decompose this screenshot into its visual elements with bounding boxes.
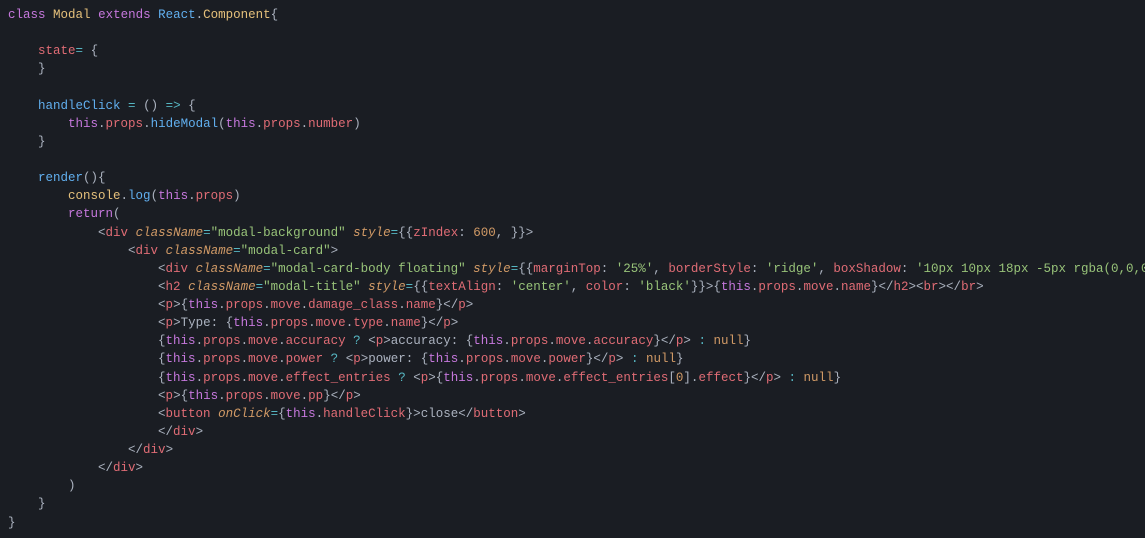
code-line: this.props.hideModal(this.props.number)	[8, 117, 361, 131]
code-line: {this.props.move.power ? <p>power: {this…	[8, 352, 684, 366]
code-line: <button onClick={this.handleClick}>close…	[8, 407, 526, 421]
code-line: <div className="modal-card">	[8, 244, 338, 258]
code-line: }	[8, 497, 46, 511]
code-line: {this.props.move.accuracy ? <p>accuracy:…	[8, 334, 751, 348]
code-line: render(){	[8, 171, 106, 185]
code-line: {this.props.move.effect_entries ? <p>{th…	[8, 371, 841, 385]
code-line: <p>{this.props.move.pp}</p>	[8, 389, 361, 403]
code-line: <p>{this.props.move.damage_class.name}</…	[8, 298, 473, 312]
code-line: <p>Type: {this.props.move.type.name}</p>	[8, 316, 458, 330]
code-line: </div>	[8, 443, 173, 457]
code-line: <h2 className="modal-title" style={{text…	[8, 280, 984, 294]
code-line: console.log(this.props)	[8, 189, 241, 203]
code-line: }	[8, 135, 46, 149]
code-line: <div className="modal-card-body floating…	[8, 262, 1145, 276]
code-line: }	[8, 516, 16, 530]
code-editor[interactable]: class Modal extends React.Component{ sta…	[0, 0, 1145, 538]
code-line: }	[8, 62, 46, 76]
code-line: )	[8, 479, 76, 493]
code-line: </div>	[8, 425, 203, 439]
code-line: class Modal extends React.Component{	[8, 8, 278, 22]
code-line: <div className="modal-background" style=…	[8, 226, 533, 240]
code-line: </div>	[8, 461, 143, 475]
code-line: state= {	[8, 44, 98, 58]
code-line: return(	[8, 207, 121, 221]
code-line: handleClick = () => {	[8, 99, 196, 113]
